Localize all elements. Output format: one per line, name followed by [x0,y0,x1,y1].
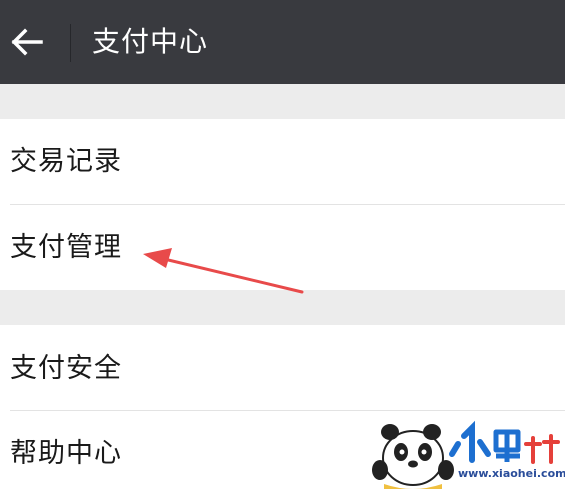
menu-item-label: 交易记录 [10,146,122,177]
title-bar: 支付中心 [0,0,565,84]
menu-item-label: 帮助中心 [10,438,122,469]
menu-item-label: 支付安全 [10,353,122,384]
menu-item-payment-management[interactable]: 支付管理 [0,205,565,290]
header-divider [70,24,71,62]
menu-item-label: 支付管理 [10,232,122,263]
arrow-left-icon [11,28,43,56]
menu-item-transaction-records[interactable]: 交易记录 [0,119,565,204]
page-title: 支付中心 [92,25,209,58]
menu-item-payment-security[interactable]: 支付安全 [0,325,565,410]
menu-group-2: 支付安全 帮助中心 [0,325,565,489]
watermark-url: www.xiaohei.com [458,467,565,480]
menu-group-1: 交易记录 支付管理 [0,119,565,290]
back-button[interactable] [0,0,56,84]
